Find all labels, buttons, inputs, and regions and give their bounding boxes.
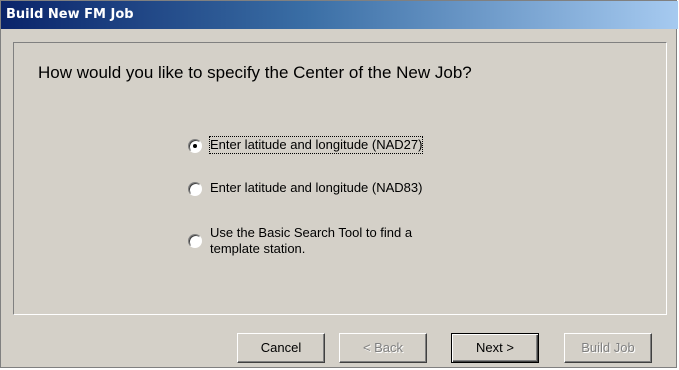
window-title: Build New FM Job (1, 1, 678, 29)
build-new-fm-job-dialog: Build New FM Job How would you like to s… (0, 0, 678, 368)
option-basic-search-label[interactable]: Use the Basic Search Tool to find a temp… (210, 225, 412, 257)
radio-basic-search[interactable] (188, 234, 202, 248)
next-button[interactable]: Next > (451, 333, 539, 363)
back-button[interactable]: < Back (339, 333, 427, 363)
option-basic-search-label-line2: template station. (210, 241, 306, 256)
option-basic-search-label-line1: Use the Basic Search Tool to find a (210, 225, 413, 240)
options-panel: How would you like to specify the Center… (13, 42, 667, 315)
radio-nad83[interactable] (188, 182, 202, 196)
build-job-button[interactable]: Build Job (564, 333, 652, 363)
option-nad27[interactable]: Enter latitude and longitude (NAD27) (188, 136, 424, 154)
question-text: How would you like to specify the Center… (38, 63, 472, 82)
cancel-button[interactable]: Cancel (237, 333, 325, 363)
option-nad27-label[interactable]: Enter latitude and longitude (NAD27) (208, 136, 424, 154)
option-basic-search[interactable]: Use the Basic Search Tool to find a temp… (188, 225, 412, 257)
radio-nad27[interactable] (188, 139, 202, 153)
option-nad83-label[interactable]: Enter latitude and longitude (NAD83) (210, 180, 422, 196)
option-nad83[interactable]: Enter latitude and longitude (NAD83) (188, 180, 422, 196)
